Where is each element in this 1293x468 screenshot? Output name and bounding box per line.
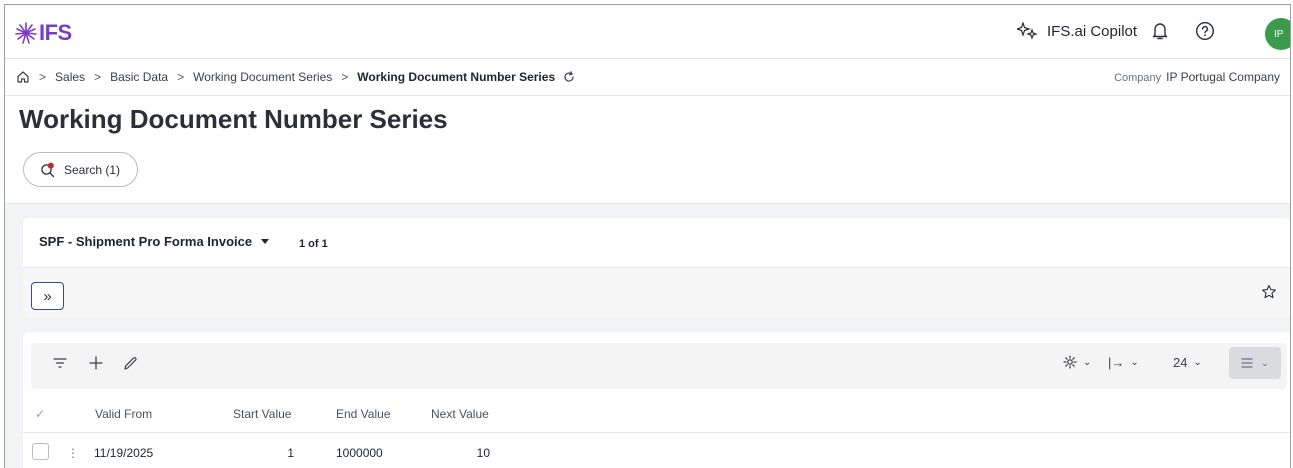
table-row[interactable]: ⋮ 11/19/2025 1 1000000 10 (23, 434, 1290, 468)
chevron-down-icon: ⌄ (1260, 357, 1270, 369)
chevron-right-icon: > (94, 70, 102, 84)
page-size-select[interactable]: 24 ⌄ (1173, 355, 1202, 370)
ifs-logo[interactable]: IFS (15, 20, 72, 45)
column-header-next-value[interactable]: Next Value (431, 407, 489, 421)
chevron-down-icon: ⌄ (1130, 357, 1139, 368)
app-window: IFS IFS.ai Copilot IP > Sales > Basic Da… (4, 4, 1291, 468)
record-selected: SPF - Shipment Pro Forma Invoice (39, 234, 253, 249)
settings-menu[interactable]: ⌄ (1063, 355, 1091, 369)
column-header-start-value[interactable]: Start Value (233, 407, 291, 421)
select-all-checkmark-icon[interactable]: ✓ (35, 407, 45, 421)
help-icon[interactable] (1195, 21, 1215, 46)
company-context: Company IP Portugal Company (1114, 70, 1280, 84)
column-layout-menu[interactable]: |→ ⌄ (1108, 355, 1139, 370)
copilot-button[interactable]: IFS.ai Copilot (1017, 22, 1137, 40)
favorite-star-icon[interactable] (1261, 284, 1277, 305)
caret-down-icon (260, 238, 270, 246)
chevron-right-icon: > (341, 70, 349, 84)
chevron-right-icon: > (39, 70, 47, 84)
search-label: Search (1) (64, 162, 121, 177)
grid-header: ✓ Valid From Start Value End Value Next … (23, 395, 1290, 433)
row-menu-dots-icon[interactable]: ⋮ (67, 446, 79, 460)
add-icon[interactable] (89, 356, 103, 370)
company-value[interactable]: IP Portugal Company (1166, 70, 1280, 84)
chevron-down-icon: ⌄ (1083, 356, 1092, 368)
search-icon (40, 162, 56, 178)
page-size-value: 24 (1173, 355, 1188, 370)
gear-icon (1063, 355, 1077, 369)
double-chevron-right-icon: » (43, 287, 52, 305)
row-checkbox[interactable] (32, 443, 49, 460)
breadcrumb-working-document-series[interactable]: Working Document Series (193, 70, 332, 84)
list-lines-icon (1241, 358, 1253, 368)
user-avatar[interactable]: IP (1265, 18, 1290, 50)
cell-next-value: 10 (476, 446, 490, 460)
density-toggle-button[interactable]: ⌄ (1229, 347, 1281, 379)
company-label: Company (1114, 72, 1162, 84)
record-count: 1 of 1 (299, 238, 328, 250)
home-icon[interactable] (16, 70, 30, 84)
record-actions-bar: » (23, 268, 1290, 318)
page-header: Working Document Number Series Search (1… (5, 96, 1290, 204)
breadcrumb: > Sales > Basic Data > Working Document … (5, 59, 1290, 96)
grid-panel: ⌄ |→ ⌄ 24 ⌄ ⌄ ✓ Valid From Start Value E… (23, 332, 1290, 468)
column-header-valid-from[interactable]: Valid From (95, 407, 152, 421)
column-header-end-value[interactable]: End Value (336, 407, 391, 421)
copilot-label: IFS.ai Copilot (1047, 22, 1138, 40)
page-title: Working Document Number Series (19, 104, 448, 134)
logo-text: IFS (39, 20, 72, 45)
breadcrumb-sales[interactable]: Sales (55, 70, 85, 84)
arrow-to-right-icon: |→ (1108, 355, 1125, 370)
breadcrumb-current: Working Document Number Series (357, 70, 556, 84)
ifs-logo-icon (15, 22, 37, 44)
record-selector-bar: SPF - Shipment Pro Forma Invoice 1 of 1 (23, 218, 1290, 268)
chevron-right-icon: > (177, 70, 185, 84)
filter-icon[interactable] (53, 356, 67, 370)
breadcrumb-basic-data[interactable]: Basic Data (110, 70, 168, 84)
refresh-icon[interactable] (563, 71, 575, 83)
expand-panel-button[interactable]: » (31, 282, 64, 310)
search-button[interactable]: Search (1) (23, 152, 138, 187)
top-header: IFS IFS.ai Copilot IP (5, 5, 1290, 59)
notifications-bell-icon[interactable] (1151, 21, 1169, 46)
grid-toolbar: ⌄ |→ ⌄ 24 ⌄ ⌄ (31, 343, 1287, 389)
cell-start-value: 1 (287, 446, 294, 460)
cell-end-value: 1000000 (336, 446, 383, 460)
chevron-down-icon: ⌄ (1193, 357, 1202, 368)
edit-pencil-icon[interactable] (123, 356, 138, 371)
record-dropdown[interactable]: SPF - Shipment Pro Forma Invoice (39, 234, 270, 249)
cell-valid-from: 11/19/2025 (94, 446, 154, 460)
sparkle-icon (1017, 22, 1038, 40)
